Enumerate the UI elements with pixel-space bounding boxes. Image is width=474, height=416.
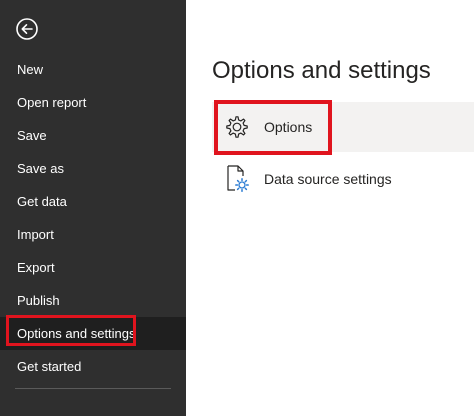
sidebar: New Open report Save Save as Get data Im… bbox=[0, 0, 186, 416]
main-panel: Options and settings Options Data source… bbox=[186, 0, 474, 416]
gear-icon bbox=[222, 112, 252, 142]
page-title: Options and settings bbox=[212, 57, 431, 84]
options-label: Options bbox=[264, 119, 313, 135]
back-arrow-icon bbox=[16, 18, 38, 40]
menu-item-options-and-settings[interactable]: Options and settings bbox=[0, 315, 186, 350]
menu-item-get-started[interactable]: Get started bbox=[0, 350, 186, 383]
menu-item-export[interactable]: Export bbox=[0, 251, 186, 284]
app-window: New Open report Save Save as Get data Im… bbox=[0, 0, 474, 416]
menu-item-get-data[interactable]: Get data bbox=[0, 185, 186, 218]
options-button[interactable]: Options bbox=[212, 100, 474, 155]
menu-item-save-as[interactable]: Save as bbox=[0, 152, 186, 185]
menu-item-save[interactable]: Save bbox=[0, 119, 186, 152]
back-button[interactable] bbox=[15, 17, 39, 41]
data-source-settings-icon bbox=[222, 164, 252, 194]
backstage-menu: New Open report Save Save as Get data Im… bbox=[0, 53, 186, 383]
sidebar-divider bbox=[15, 388, 171, 389]
menu-item-publish[interactable]: Publish bbox=[0, 284, 186, 317]
menu-item-new[interactable]: New bbox=[0, 53, 186, 86]
menu-item-import[interactable]: Import bbox=[0, 218, 186, 251]
menu-item-open-report[interactable]: Open report bbox=[0, 86, 186, 119]
data-source-settings-button[interactable]: Data source settings bbox=[212, 154, 474, 204]
data-source-settings-label: Data source settings bbox=[264, 171, 392, 187]
